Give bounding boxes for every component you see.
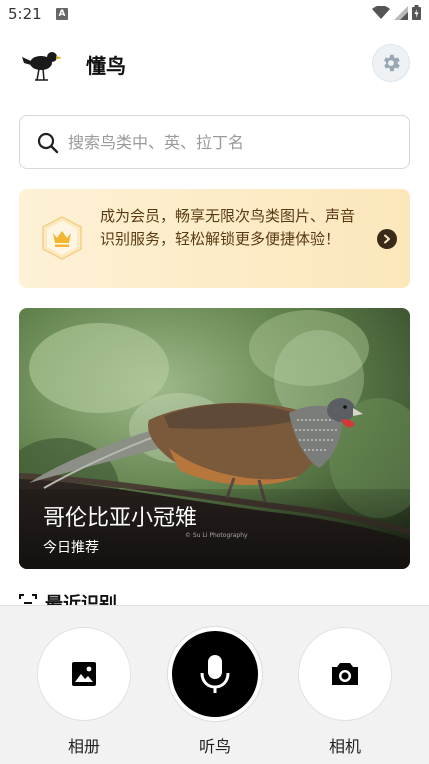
album-button[interactable]: [37, 627, 131, 721]
search-box[interactable]: [19, 115, 410, 169]
image-icon: [72, 662, 96, 686]
microphone-icon: [200, 655, 230, 693]
bottom-action-panel: 相册 听鸟 相机: [0, 605, 429, 764]
app-title: 懂鸟: [86, 54, 126, 78]
listen-label: 听鸟: [198, 737, 231, 756]
photo-watermark: © Su Li Photography: [185, 532, 248, 539]
featured-bird-name: 哥伦比亚小冠雉: [43, 506, 198, 531]
gear-icon: [384, 54, 400, 72]
chevron-right-icon[interactable]: [377, 229, 397, 249]
album-label: 相册: [67, 737, 100, 756]
app-header: 懂鸟: [0, 40, 429, 88]
membership-banner[interactable]: 成为会员，畅享无限次鸟类图片、声音识别服务，轻松解锁更多便捷体验！: [19, 189, 410, 288]
camera-icon: [332, 663, 358, 685]
camera-button[interactable]: [298, 627, 392, 721]
status-time: 5:21: [8, 5, 42, 23]
status-bar: 5:21 A: [0, 0, 429, 28]
featured-bird-card[interactable]: © Su Li Photography 哥伦比亚小冠雉 今日推荐: [19, 308, 410, 569]
search-icon: [37, 132, 59, 154]
signal-icon: [394, 5, 408, 20]
listen-action[interactable]: 听鸟: [168, 627, 262, 757]
listen-button[interactable]: [168, 627, 262, 721]
camera-label: 相机: [328, 737, 361, 756]
battery-icon: [412, 5, 421, 20]
settings-button[interactable]: [372, 44, 410, 82]
blackbird-logo-icon: [22, 52, 62, 81]
album-action[interactable]: 相册: [37, 627, 131, 757]
membership-text: 成为会员，畅享无限次鸟类图片、声音识别服务，轻松解锁更多便捷体验！: [100, 207, 356, 248]
status-icons: [372, 5, 421, 20]
wifi-icon: [372, 5, 390, 19]
notification-icon: A: [56, 8, 68, 20]
camera-action[interactable]: 相机: [298, 627, 392, 757]
featured-subtitle: 今日推荐: [43, 540, 99, 556]
crown-icon: [42, 216, 82, 260]
search-input[interactable]: [68, 116, 388, 168]
